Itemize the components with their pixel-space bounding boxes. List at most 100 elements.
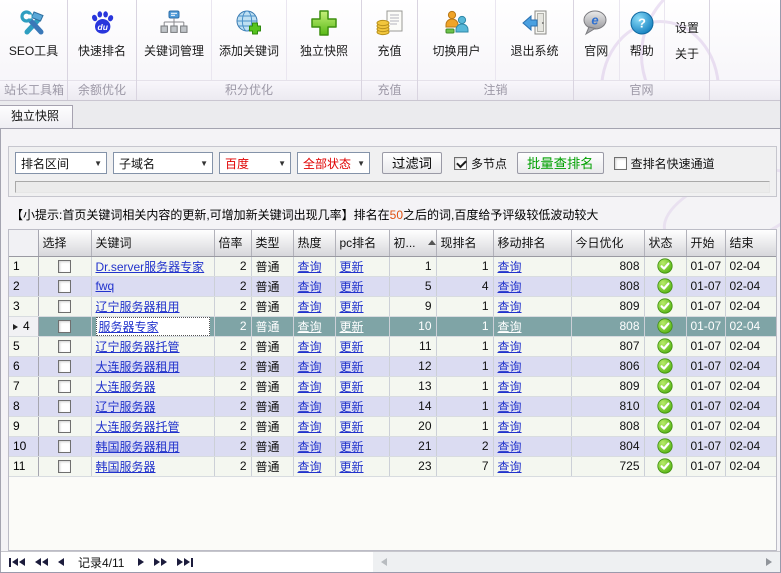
column-header[interactable]: pc排名 bbox=[335, 230, 389, 256]
row-header-cell[interactable]: 8 bbox=[9, 396, 38, 416]
corner-header-cell[interactable] bbox=[9, 230, 38, 256]
mobile-link[interactable]: 查询 bbox=[498, 380, 522, 394]
column-header[interactable]: 初... bbox=[389, 230, 436, 256]
column-header[interactable]: 热度 bbox=[293, 230, 335, 256]
row-checkbox[interactable] bbox=[58, 400, 71, 413]
row-checkbox[interactable] bbox=[58, 260, 71, 273]
mobile-link[interactable]: 查询 bbox=[498, 440, 522, 454]
column-header[interactable]: 倍率 bbox=[214, 230, 251, 256]
column-header[interactable]: 类型 bbox=[251, 230, 293, 256]
about-button[interactable]: 关于 bbox=[675, 45, 699, 62]
help-button[interactable]: ?帮助 bbox=[620, 0, 666, 80]
heat-link[interactable]: 查询 bbox=[298, 300, 322, 314]
row-header-cell[interactable]: 7 bbox=[9, 376, 38, 396]
keyword-link[interactable]: fwq bbox=[96, 279, 115, 293]
pc-link[interactable]: 更新 bbox=[340, 360, 364, 374]
table-row[interactable]: 1Dr.server服务器专家2普通查询更新11查询80801-0702-04 bbox=[9, 256, 776, 276]
next-page-icon[interactable] bbox=[138, 558, 144, 566]
multi-node-checkbox-field[interactable]: 多节点 bbox=[454, 155, 507, 172]
heat-link[interactable]: 查询 bbox=[298, 380, 322, 394]
last-page-icon[interactable] bbox=[177, 558, 193, 567]
keyword-link[interactable]: 韩国服务器租用 bbox=[96, 440, 180, 454]
column-header[interactable]: 选择 bbox=[38, 230, 91, 256]
column-header[interactable]: 现排名 bbox=[436, 230, 493, 256]
website-button[interactable]: e官网 bbox=[574, 0, 620, 80]
status-dropdown[interactable]: 全部状态 ▼ bbox=[297, 152, 370, 174]
batch-check-rank-button[interactable]: 批量查排名 bbox=[517, 152, 604, 174]
keyword-link[interactable]: 韩国服务器 bbox=[96, 460, 156, 474]
table-row[interactable]: 7大连服务器2普通查询更新131查询80901-0702-04 bbox=[9, 376, 776, 396]
column-header[interactable]: 状态 bbox=[644, 230, 686, 256]
row-header-cell[interactable]: 11 bbox=[9, 456, 38, 476]
table-row[interactable]: 6大连服务器租用2普通查询更新121查询80601-0702-04 bbox=[9, 356, 776, 376]
row-checkbox[interactable] bbox=[58, 440, 71, 453]
row-header-cell[interactable]: 6 bbox=[9, 356, 38, 376]
table-row[interactable]: 8辽宁服务器2普通查询更新141查询81001-0702-04 bbox=[9, 396, 776, 416]
heat-link[interactable]: 查询 bbox=[298, 340, 322, 354]
heat-link[interactable]: 查询 bbox=[298, 420, 322, 434]
row-checkbox[interactable] bbox=[58, 340, 71, 353]
heat-link[interactable]: 查询 bbox=[298, 260, 322, 274]
table-row[interactable]: 2fwq2普通查询更新54查询80801-0702-04 bbox=[9, 276, 776, 296]
row-header-cell[interactable]: 5 bbox=[9, 336, 38, 356]
fast-channel-checkbox-field[interactable]: 查排名快速通道 bbox=[614, 155, 715, 172]
mobile-link[interactable]: 查询 bbox=[498, 300, 522, 314]
column-header[interactable]: 今日优化 bbox=[571, 230, 644, 256]
snapshot-plus-button[interactable]: 独立快照 bbox=[287, 0, 361, 80]
heat-link[interactable]: 查询 bbox=[298, 320, 322, 334]
row-header-cell[interactable]: 4 bbox=[9, 316, 38, 336]
mobile-link[interactable]: 查询 bbox=[498, 280, 522, 294]
heat-link[interactable]: 查询 bbox=[298, 460, 322, 474]
pc-link[interactable]: 更新 bbox=[340, 280, 364, 294]
recharge-button[interactable]: 充值 bbox=[362, 0, 417, 80]
table-row[interactable]: 10韩国服务器租用2普通查询更新212查询80401-0702-04 bbox=[9, 436, 776, 456]
row-header-cell[interactable]: 1 bbox=[9, 256, 38, 276]
table-row[interactable]: 3辽宁服务器租用2普通查询更新91查询80901-0702-04 bbox=[9, 296, 776, 316]
pc-link[interactable]: 更新 bbox=[340, 320, 364, 334]
pc-link[interactable]: 更新 bbox=[340, 340, 364, 354]
first-page-icon[interactable] bbox=[9, 558, 25, 567]
keyword-link[interactable]: Dr.server服务器专家 bbox=[96, 260, 205, 274]
pc-link[interactable]: 更新 bbox=[340, 420, 364, 434]
row-header-cell[interactable]: 9 bbox=[9, 416, 38, 436]
mobile-link[interactable]: 查询 bbox=[498, 340, 522, 354]
pc-link[interactable]: 更新 bbox=[340, 300, 364, 314]
add-keyword-button[interactable]: 添加关键词 bbox=[212, 0, 287, 80]
exit-button[interactable]: 退出系统 bbox=[496, 0, 573, 80]
table-row[interactable]: 9大连服务器托管2普通查询更新201查询80801-0702-04 bbox=[9, 416, 776, 436]
row-checkbox[interactable] bbox=[58, 300, 71, 313]
filter-words-button[interactable]: 过滤词 bbox=[382, 152, 442, 174]
settings-button[interactable]: 设置 bbox=[675, 19, 699, 36]
table-row[interactable]: 4服务器专家2普通查询更新101查询80801-0702-04 bbox=[9, 316, 776, 336]
prev-page-icon[interactable] bbox=[58, 558, 64, 566]
row-header-cell[interactable]: 2 bbox=[9, 276, 38, 296]
column-header[interactable]: 关键词 bbox=[91, 230, 214, 256]
fast-channel-checkbox[interactable] bbox=[614, 157, 627, 170]
subdomain-dropdown[interactable]: 子域名 ▼ bbox=[113, 152, 213, 174]
mobile-link[interactable]: 查询 bbox=[498, 460, 522, 474]
keyword-link[interactable]: 大连服务器 bbox=[96, 380, 156, 394]
row-checkbox[interactable] bbox=[58, 280, 71, 293]
heat-link[interactable]: 查询 bbox=[298, 360, 322, 374]
tab-standalone-snapshot[interactable]: 独立快照 bbox=[0, 105, 73, 128]
keyword-link[interactable]: 大连服务器租用 bbox=[96, 360, 180, 374]
keyword-link[interactable]: 辽宁服务器 bbox=[96, 400, 156, 414]
baidu-paw-button[interactable]: du快速排名 bbox=[68, 0, 136, 80]
seo-tools-button[interactable]: SEO工具 bbox=[0, 0, 67, 80]
keyword-link[interactable]: 辽宁服务器托管 bbox=[96, 340, 180, 354]
multi-node-checkbox[interactable] bbox=[454, 157, 467, 170]
fast-prev-icon[interactable] bbox=[35, 558, 48, 566]
row-checkbox[interactable] bbox=[58, 360, 71, 373]
pc-link[interactable]: 更新 bbox=[340, 260, 364, 274]
table-row[interactable]: 11韩国服务器2普通查询更新237查询72501-0702-04 bbox=[9, 456, 776, 476]
pc-link[interactable]: 更新 bbox=[340, 460, 364, 474]
switch-user-button[interactable]: 切换用户 bbox=[418, 0, 496, 80]
row-checkbox[interactable] bbox=[58, 380, 71, 393]
mobile-link[interactable]: 查询 bbox=[498, 320, 522, 334]
search-engine-dropdown[interactable]: 百度 ▼ bbox=[219, 152, 291, 174]
row-checkbox[interactable] bbox=[58, 320, 71, 333]
rank-range-dropdown[interactable]: 排名区间 ▼ bbox=[15, 152, 107, 174]
mobile-link[interactable]: 查询 bbox=[498, 360, 522, 374]
row-checkbox[interactable] bbox=[58, 460, 71, 473]
keyword-edit-box[interactable]: 服务器专家 bbox=[96, 317, 210, 336]
